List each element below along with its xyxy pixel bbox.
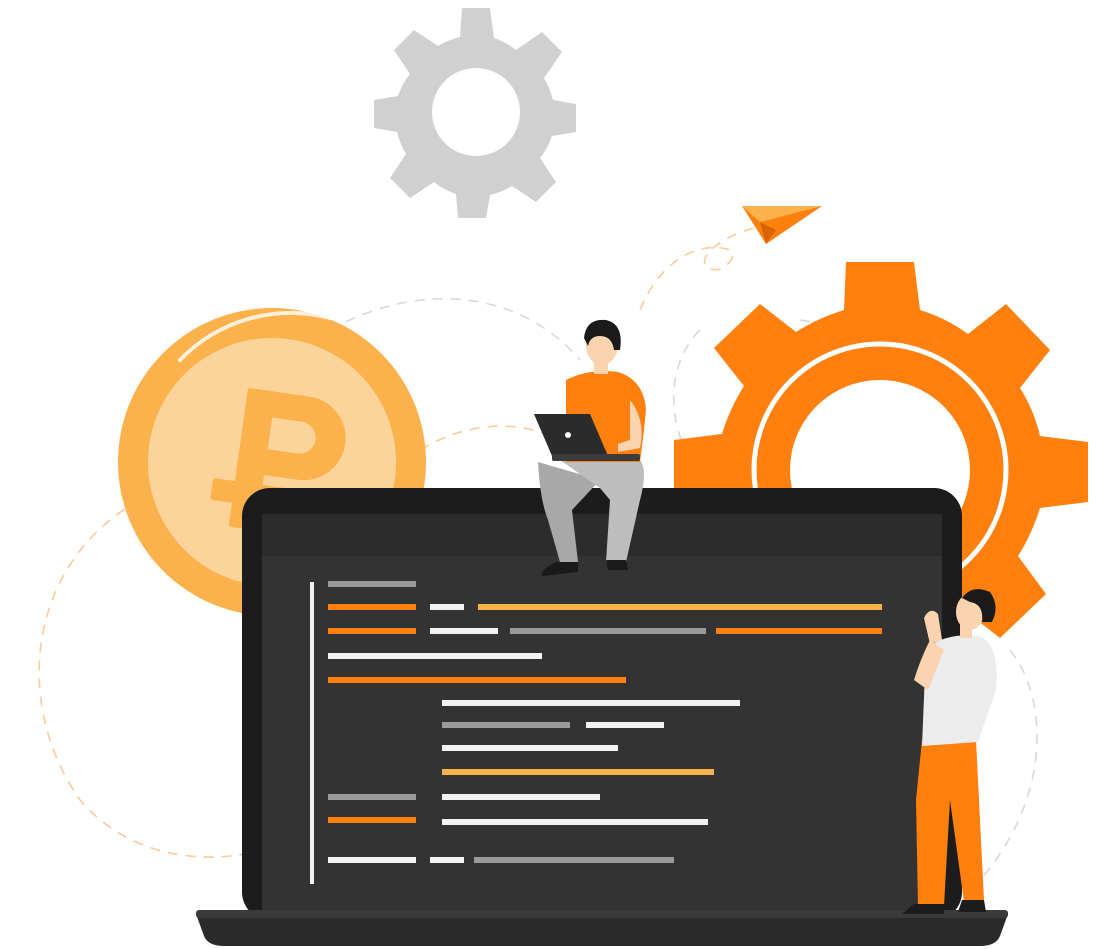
laptop-icon <box>196 488 1008 946</box>
laptop-base <box>196 914 1008 946</box>
gear-icon <box>374 8 576 218</box>
illustration-scene <box>38 8 1088 946</box>
paper-plane-icon <box>742 206 822 244</box>
laptop-screen <box>262 514 942 912</box>
